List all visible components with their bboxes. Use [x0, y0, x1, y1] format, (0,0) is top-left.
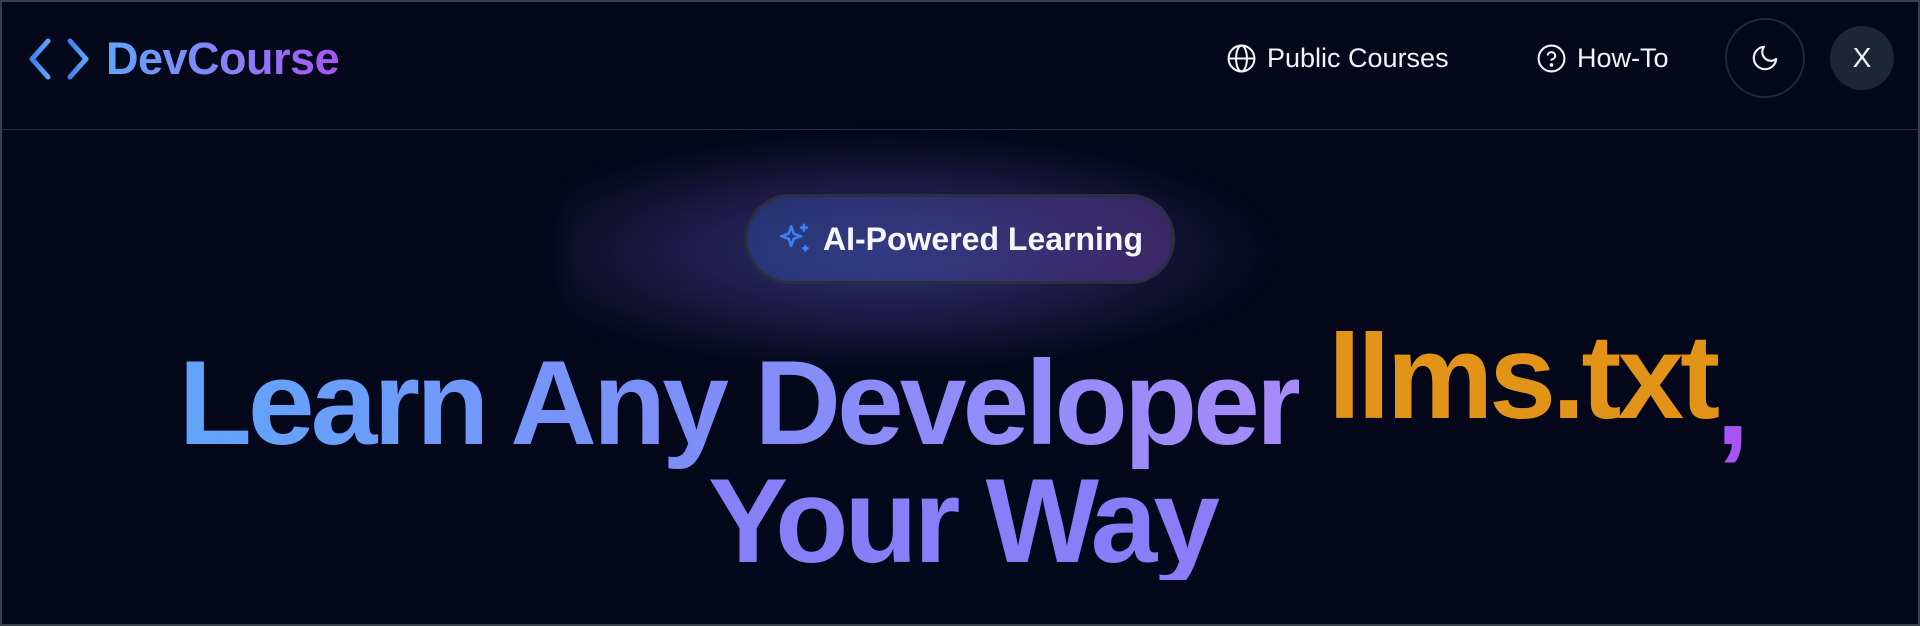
headline-accent: llms.txt [1327, 310, 1720, 444]
top-navbar: DevCourse Public Courses How-To X [2, 2, 1918, 130]
brand-name: DevCourse [106, 33, 340, 84]
nav-public-courses-label: Public Courses [1267, 42, 1449, 73]
nav-public-courses[interactable]: Public Courses [1226, 40, 1449, 76]
headline-comma: , [1716, 336, 1749, 470]
headline-part1: Learn Any Developer [178, 336, 1303, 470]
app-frame: DevCourse Public Courses How-To X AI-Pow… [0, 0, 1920, 626]
help-circle-icon [1537, 44, 1566, 72]
avatar-initial: X [1852, 42, 1872, 73]
ai-badge: AI-Powered Learning [745, 194, 1175, 284]
sparkles-icon [779, 223, 809, 252]
nav-how-to[interactable]: How-To [1536, 40, 1669, 76]
headline-line-1: Learn Any Developer llms.txt, [2, 317, 1918, 463]
hero-headline: Learn Any Developer llms.txt, Your Way [2, 317, 1918, 581]
headline-line-2: Your Way [2, 461, 1918, 581]
globe-icon [1227, 44, 1256, 72]
user-avatar[interactable]: X [1830, 26, 1894, 90]
brand-logo-link[interactable]: DevCourse [28, 33, 340, 84]
moon-icon [1752, 45, 1778, 71]
nav-how-to-label: How-To [1577, 42, 1669, 73]
code-brackets-icon [29, 38, 89, 80]
badge-label: AI-Powered Learning [822, 220, 1144, 257]
theme-toggle-button[interactable] [1725, 18, 1805, 98]
